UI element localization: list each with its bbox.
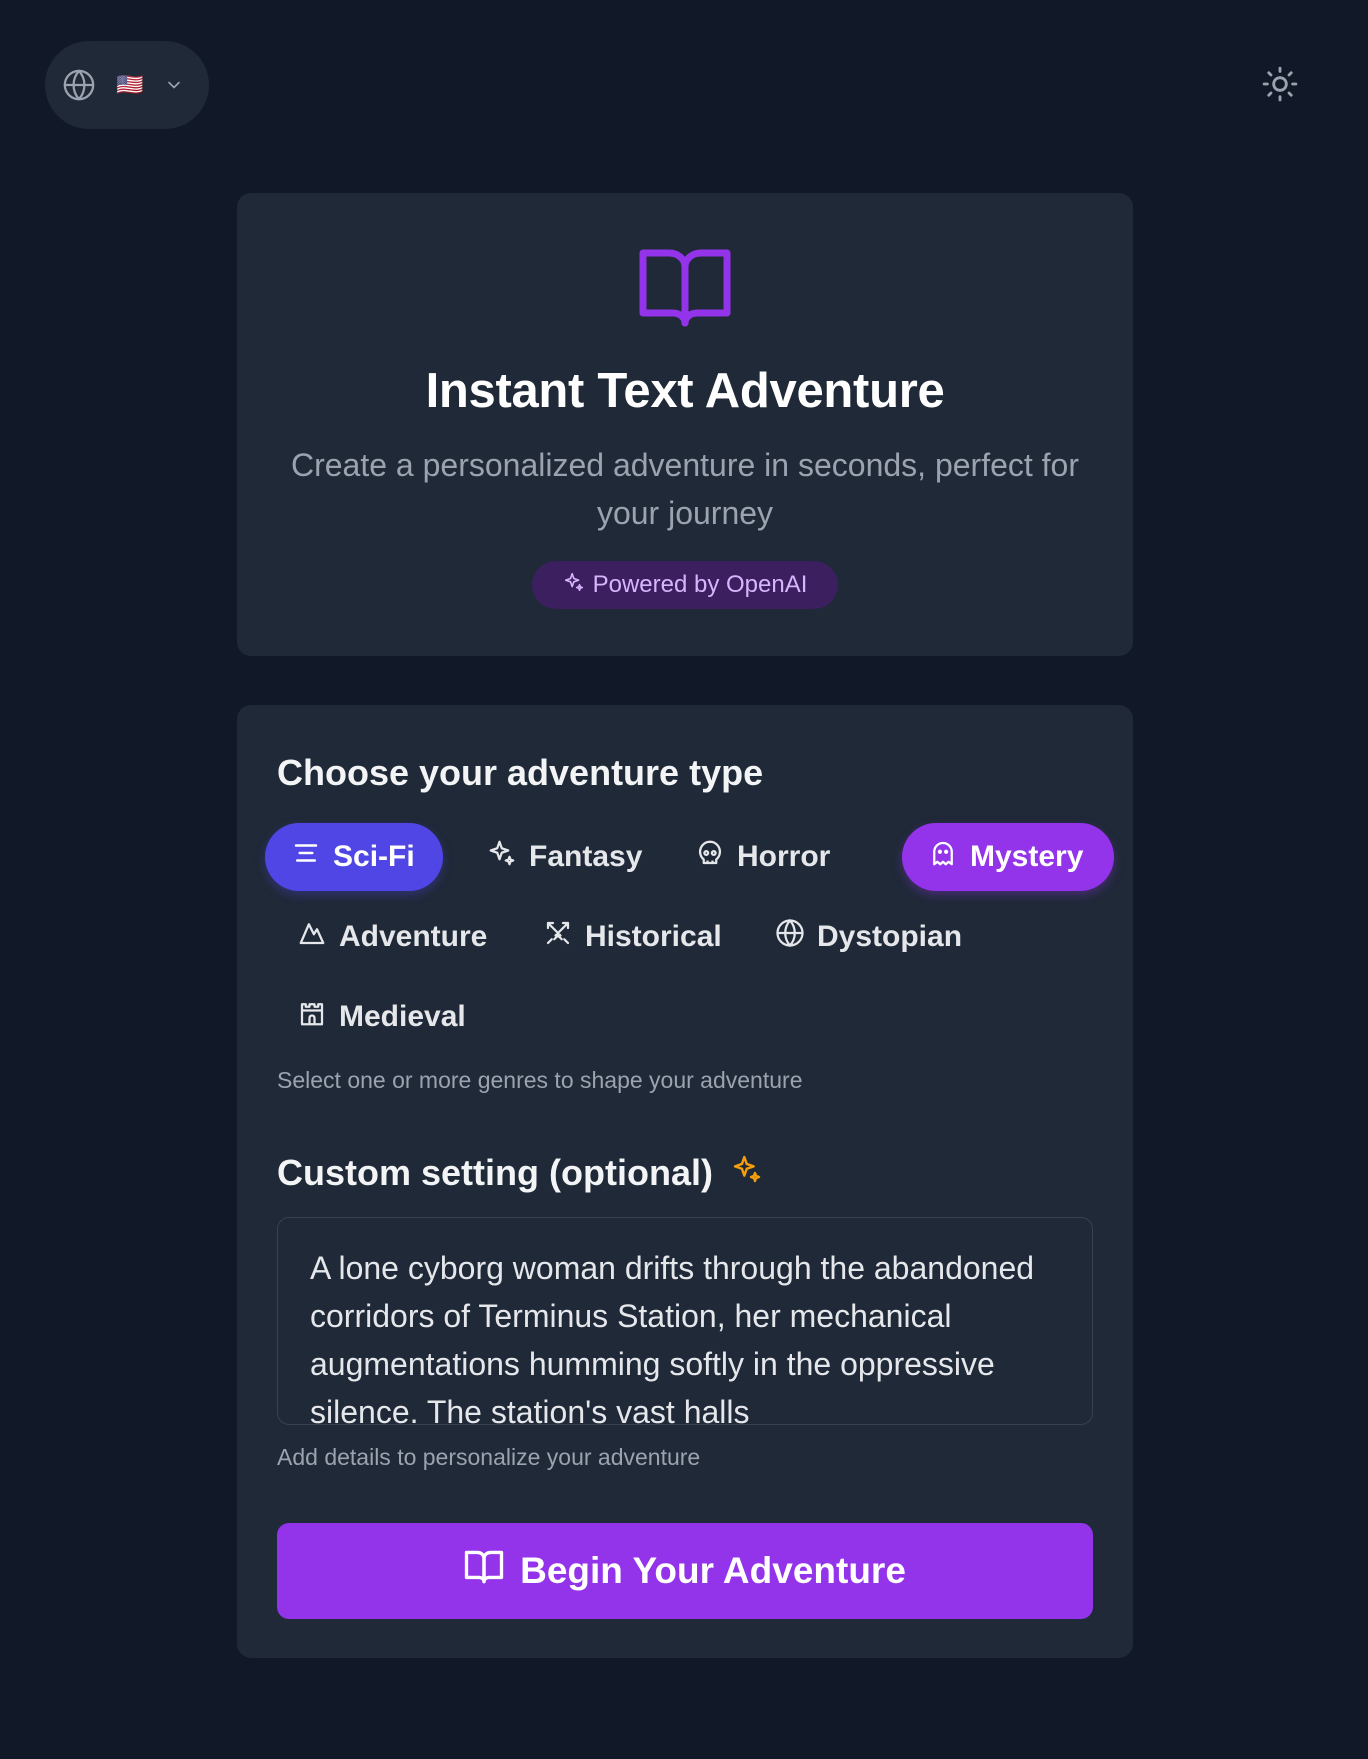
begin-adventure-label: Begin Your Adventure xyxy=(520,1550,906,1591)
lines-icon xyxy=(291,838,321,876)
hero-card: Instant Text Adventure Create a personal… xyxy=(237,193,1133,656)
genre-chip-label: Mystery xyxy=(970,840,1084,873)
skull-icon xyxy=(695,838,725,876)
book-open-icon xyxy=(637,245,733,331)
genre-chip-label: Sci-Fi xyxy=(333,840,415,873)
custom-setting-value: A lone cyborg woman drifts through the a… xyxy=(310,1250,1035,1425)
chevron-down-icon xyxy=(163,74,185,96)
adventure-form-card: Choose your adventure type Sci-Fi Fantas… xyxy=(237,705,1133,1658)
genre-chip-label: Horror xyxy=(737,840,831,873)
genre-chip-horror[interactable]: Horror xyxy=(669,823,856,891)
ghost-icon xyxy=(928,838,958,876)
genre-chip-historical[interactable]: Historical xyxy=(517,903,748,971)
mountain-icon xyxy=(297,918,327,956)
globe-icon xyxy=(61,67,97,103)
page: 🇺🇸 Instant Text Adventure Create a perso… xyxy=(0,0,1368,1759)
genre-chip-label: Dystopian xyxy=(817,920,963,953)
genre-chip-sci-fi[interactable]: Sci-Fi xyxy=(265,823,443,891)
custom-setting-textarea[interactable]: A lone cyborg woman drifts through the a… xyxy=(277,1217,1093,1425)
custom-setting-label: Custom setting (optional) xyxy=(277,1152,713,1193)
adventure-type-heading: Choose your adventure type xyxy=(277,752,764,793)
page-title: Instant Text Adventure xyxy=(425,364,945,418)
begin-adventure-button[interactable]: Begin Your Adventure xyxy=(277,1523,1093,1619)
custom-setting-heading: Custom setting (optional) xyxy=(277,1152,763,1194)
genre-chip-label: Adventure xyxy=(339,920,488,953)
genre-chip-adventure[interactable]: Adventure xyxy=(271,903,513,971)
genre-chip-mystery[interactable]: Mystery xyxy=(902,823,1114,891)
genres-hint: Select one or more genres to shape your … xyxy=(277,1067,803,1093)
powered-by-label: Powered by OpenAI xyxy=(592,571,808,598)
language-flag: 🇺🇸 xyxy=(116,72,144,97)
sun-icon xyxy=(1261,65,1299,108)
theme-toggle-button[interactable] xyxy=(1256,62,1304,110)
genre-chip-medieval[interactable]: Medieval xyxy=(271,983,492,1051)
sparkles-icon xyxy=(731,1152,763,1194)
genre-chip-dystopian[interactable]: Dystopian xyxy=(749,903,988,971)
genre-chip-label: Historical xyxy=(585,920,722,953)
powered-by-badge: Powered by OpenAI xyxy=(532,561,838,609)
globe-icon xyxy=(775,918,805,956)
castle-icon xyxy=(297,998,327,1036)
genre-chip-fantasy[interactable]: Fantasy xyxy=(461,823,668,891)
book-open-icon xyxy=(464,1549,504,1594)
genre-chip-label: Fantasy xyxy=(529,840,643,873)
custom-setting-hint: Add details to personalize your adventur… xyxy=(277,1444,701,1470)
sparkles-icon xyxy=(563,571,585,600)
swords-icon xyxy=(543,918,573,956)
language-selector[interactable]: 🇺🇸 xyxy=(45,41,209,129)
sparkles-icon xyxy=(487,838,517,876)
page-subtitle: Create a personalized adventure in secon… xyxy=(290,447,1079,531)
genre-chip-label: Medieval xyxy=(339,1000,466,1033)
